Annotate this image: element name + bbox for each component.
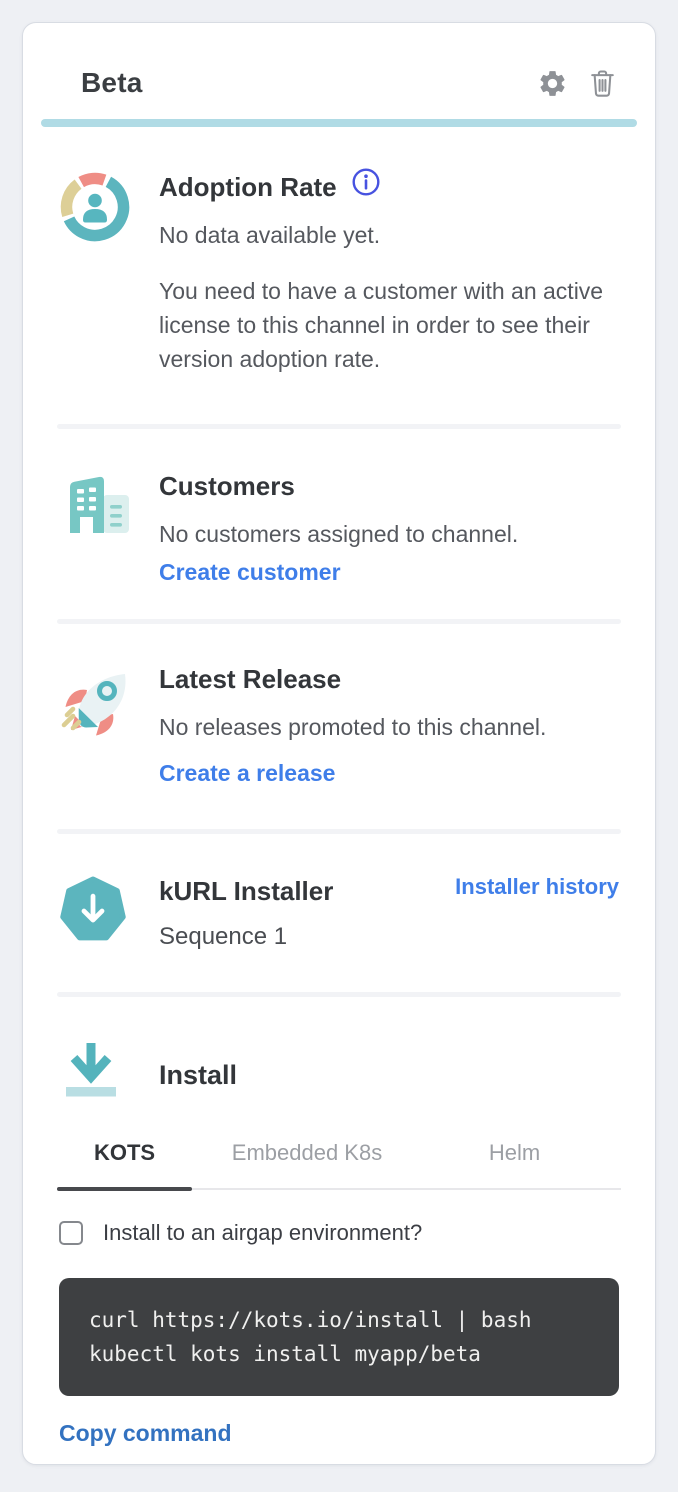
- kurl-installer-section: kURL Installer Installer history Sequenc…: [23, 834, 655, 992]
- install-title: Install: [159, 1058, 619, 1092]
- channel-card: Beta: [22, 22, 656, 1465]
- heptagon-download-icon: [59, 874, 159, 949]
- buildings-icon: [59, 469, 159, 544]
- settings-icon: [537, 87, 568, 102]
- rocket-icon: [59, 662, 159, 751]
- tab-kots[interactable]: KOTS: [57, 1140, 192, 1188]
- channel-title: Beta: [81, 67, 143, 99]
- customers-empty-text: No customers assigned to channel.: [159, 517, 619, 551]
- card-header: Beta: [23, 23, 655, 99]
- create-customer-link[interactable]: Create customer: [159, 559, 341, 586]
- tab-helm[interactable]: Helm: [422, 1140, 607, 1188]
- release-empty-text: No releases promoted to this channel.: [159, 710, 619, 744]
- code-line: curl https://kots.io/install | bash: [89, 1303, 589, 1337]
- adoption-empty-body: You need to have a customer with an acti…: [159, 274, 619, 376]
- airgap-checkbox[interactable]: [59, 1221, 83, 1245]
- kurl-installer-title: kURL Installer: [159, 874, 333, 908]
- airgap-checkbox-row[interactable]: Install to an airgap environment?: [59, 1220, 619, 1246]
- installer-sequence: Sequence 1: [159, 920, 619, 954]
- latest-release-title: Latest Release: [159, 662, 619, 696]
- customers-section: Customers No customers assigned to chann…: [23, 429, 655, 619]
- adoption-rate-title: Adoption Rate: [159, 170, 337, 204]
- latest-release-section: Latest Release No releases promoted to t…: [23, 624, 655, 829]
- donut-chart-user-icon: [59, 169, 159, 248]
- install-tabs: KOTS Embedded K8s Helm: [57, 1140, 621, 1190]
- code-line: kubectl kots install myapp/beta: [89, 1337, 589, 1371]
- adoption-rate-section: Adoption Rate No data available yet. You…: [23, 127, 655, 424]
- customers-title: Customers: [159, 469, 619, 503]
- adoption-empty-title: No data available yet.: [159, 218, 619, 252]
- trash-icon: [588, 87, 617, 102]
- install-section-header: Install: [23, 997, 655, 1114]
- download-arrow-icon: [59, 1035, 159, 1114]
- settings-button[interactable]: [537, 68, 568, 99]
- tab-embedded-k8s[interactable]: Embedded K8s: [192, 1140, 422, 1188]
- header-actions: [537, 67, 617, 99]
- channel-accent-bar: [41, 119, 637, 127]
- create-release-link[interactable]: Create a release: [159, 760, 335, 787]
- info-icon[interactable]: [351, 167, 381, 202]
- delete-channel-button[interactable]: [588, 67, 617, 99]
- installer-history-link[interactable]: Installer history: [455, 874, 619, 900]
- copy-command-link[interactable]: Copy command: [59, 1420, 232, 1447]
- airgap-checkbox-label: Install to an airgap environment?: [103, 1220, 422, 1246]
- install-command-code-block: curl https://kots.io/install | bash kube…: [59, 1278, 619, 1396]
